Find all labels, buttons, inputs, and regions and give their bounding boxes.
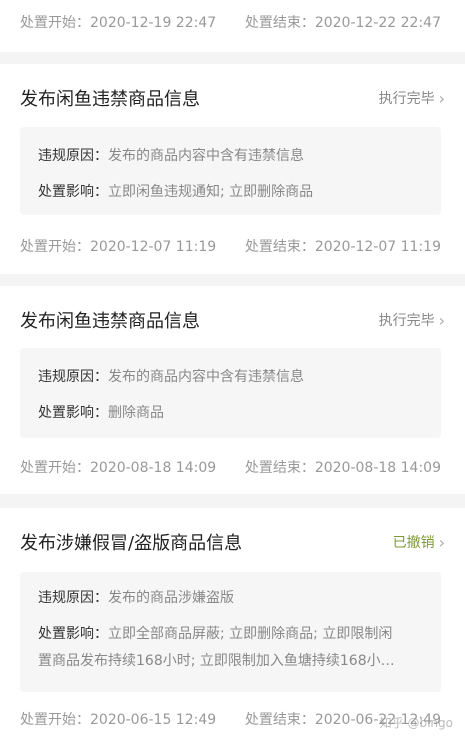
end-time: 2020-12-07 11:19 [314, 239, 441, 255]
time-row: 处置开始：2020-12-07 11:19 处置结束：2020-12-07 11… [20, 234, 441, 258]
impact-value-line2: 置商品发布持续168小时; 立即限制加入鱼塘持续168小… [38, 653, 395, 669]
chevron-right-icon: › [438, 310, 445, 330]
status-text: 执行完毕 [378, 313, 435, 329]
end-label: 处置结束： [244, 15, 315, 31]
card-header: 发布闲鱼违禁商品信息 执行完毕 › [20, 78, 445, 118]
reason-value: 发布的商品内容中含有违禁信息 [108, 369, 304, 385]
reason-label: 违规原因： [38, 148, 108, 164]
impact-label: 处置影响： [38, 405, 108, 421]
start-label: 处置开始： [20, 712, 90, 728]
impact-label: 处置影响： [38, 184, 108, 200]
reason-line: 违规原因：发布的商品内容中含有违禁信息 [38, 364, 423, 390]
reason-line: 违规原因：发布的商品涉嫌盗版 [38, 585, 423, 611]
start-time: 2020-12-19 22:47 [90, 15, 217, 31]
status-link[interactable]: 已撤销 › [393, 532, 445, 552]
reason-label: 违规原因： [38, 590, 108, 606]
end-label: 处置结束： [244, 460, 315, 476]
record-card[interactable]: 发布闲鱼违禁商品信息 执行完毕 › 违规原因：发布的商品内容中含有违禁信息 处置… [0, 286, 465, 494]
start-label: 处置开始： [20, 15, 90, 31]
record-card[interactable]: 发布闲鱼违禁商品信息 执行完毕 › 违规原因：发布的商品内容中含有违禁信息 处置… [0, 64, 465, 274]
start-label: 处置开始： [20, 239, 90, 255]
reason-value: 发布的商品涉嫌盗版 [108, 590, 234, 606]
end-label: 处置结束： [244, 712, 315, 728]
impact-value: 删除商品 [108, 405, 164, 421]
start-time: 2020-08-18 14:09 [90, 460, 217, 476]
record-card[interactable]: 发布涉嫌假冒/盗版商品信息 已撤销 › 违规原因：发布的商品涉嫌盗版 处置影响：… [0, 508, 465, 743]
info-box: 违规原因：发布的商品内容中含有违禁信息 处置影响：立即闲鱼违规通知; 立即删除商… [20, 127, 441, 215]
end-time: 2020-08-18 14:09 [314, 460, 441, 476]
impact-line: 处置影响：删除商品 [38, 400, 423, 426]
watermark: 知乎 @bingo [379, 716, 453, 730]
info-box: 违规原因：发布的商品内容中含有违禁信息 处置影响：删除商品 [20, 348, 441, 438]
status-link[interactable]: 执行完毕 › [379, 310, 445, 330]
card-title: 发布闲鱼违禁商品信息 [20, 89, 200, 110]
chevron-right-icon: › [438, 532, 445, 552]
end-time: 2020-12-22 22:47 [314, 15, 441, 31]
status-text: 执行完毕 [378, 91, 435, 107]
impact-line: 处置影响：立即闲鱼违规通知; 立即删除商品 [38, 179, 423, 205]
time-row: 处置开始：2020-08-18 14:09 处置结束：2020-08-18 14… [20, 455, 441, 479]
start-label: 处置开始： [20, 460, 90, 476]
impact-label: 处置影响： [38, 626, 108, 642]
chevron-right-icon: › [438, 88, 445, 108]
info-box: 违规原因：发布的商品涉嫌盗版 处置影响：立即全部商品屏蔽; 立即删除商品; 立即… [20, 572, 441, 692]
card-header: 发布涉嫌假冒/盗版商品信息 已撤销 › [20, 522, 445, 562]
time-row: 处置开始：2020-12-19 22:47 处置结束：2020-12-22 22… [20, 10, 441, 34]
card-header: 发布闲鱼违禁商品信息 执行完毕 › [20, 300, 445, 340]
reason-label: 违规原因： [38, 369, 108, 385]
record-card[interactable]: 处置开始：2020-12-19 22:47 处置结束：2020-12-22 22… [0, 0, 465, 52]
status-link[interactable]: 执行完毕 › [379, 88, 445, 108]
impact-value-line1: 立即全部商品屏蔽; 立即删除商品; 立即限制闲 [108, 626, 393, 642]
card-title: 发布闲鱼违禁商品信息 [20, 311, 200, 332]
impact-value: 立即闲鱼违规通知; 立即删除商品 [108, 184, 314, 200]
end-label: 处置结束： [244, 239, 315, 255]
impact-line: 处置影响：立即全部商品屏蔽; 立即删除商品; 立即限制闲 [38, 621, 423, 647]
start-time: 2020-06-15 12:49 [90, 712, 217, 728]
reason-value: 发布的商品内容中含有违禁信息 [108, 148, 304, 164]
start-time: 2020-12-07 11:19 [90, 239, 217, 255]
time-row: 处置开始：2020-06-15 12:49 处置结束：2020-06-22 12… [20, 707, 441, 731]
card-title: 发布涉嫌假冒/盗版商品信息 [20, 533, 243, 554]
reason-line: 违规原因：发布的商品内容中含有违禁信息 [38, 143, 423, 169]
status-text: 已撤销 [392, 535, 435, 551]
